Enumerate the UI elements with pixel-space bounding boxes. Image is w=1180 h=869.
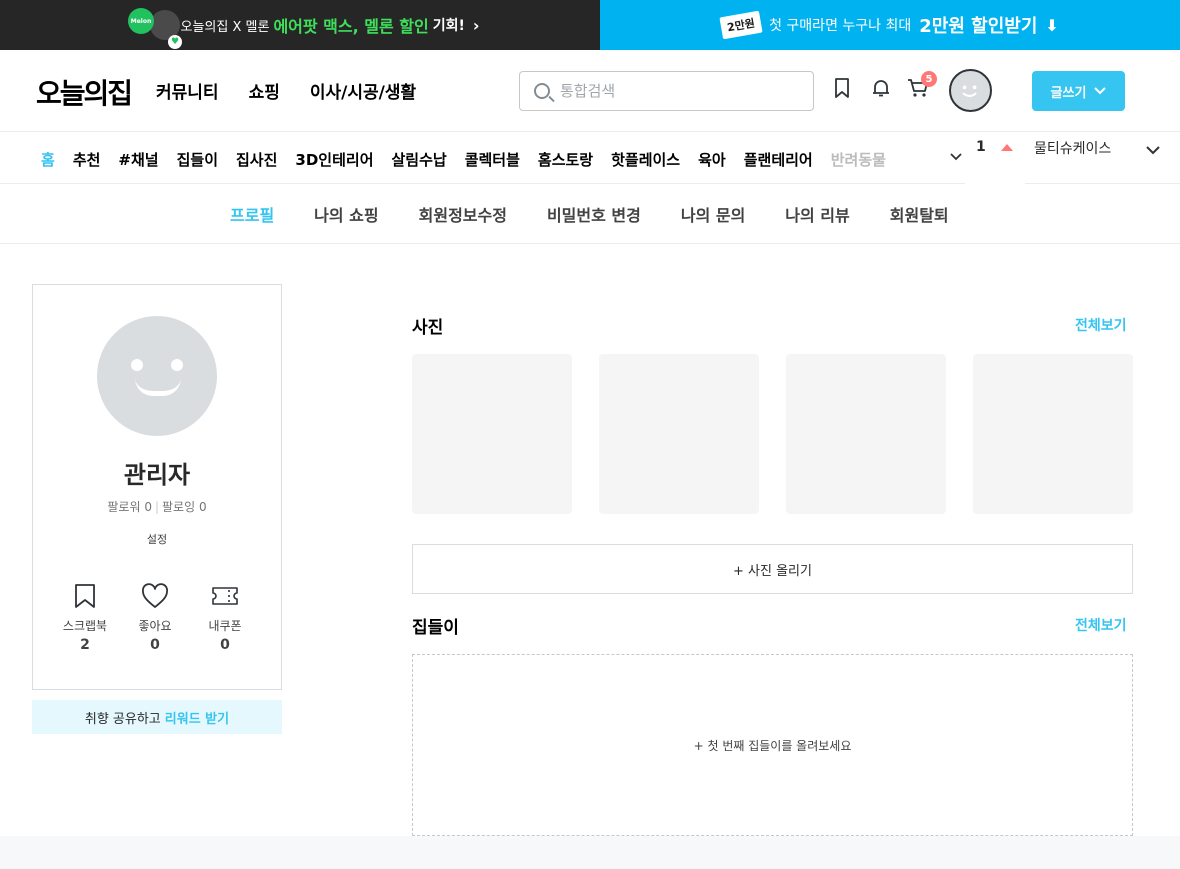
housewarming-see-all-link[interactable]: 전체보기 — [1075, 615, 1127, 635]
stat-value: 2 — [80, 637, 90, 653]
download-icon: ⬇ — [1045, 15, 1059, 35]
stat-likes[interactable]: 좋아요 0 — [125, 583, 185, 653]
gnb-community[interactable]: 커뮤니티 — [156, 78, 219, 103]
promo-highlight: 에어팟 맥스, 멜론 할인 — [273, 17, 429, 36]
melon-promo-text: 오늘의집 X 멜론 에어팟 맥스, 멜론 할인 기회! › — [181, 13, 480, 37]
tab-edit-member-info[interactable]: 회원정보수정 — [419, 202, 507, 226]
heart-icon: ♥ — [168, 35, 182, 49]
coupon-tag: 2만원 — [719, 10, 763, 40]
housewarming-cta: + 첫 번째 집들이를 올려보세요 — [693, 738, 852, 753]
promo-tail: 기회! — [432, 18, 465, 34]
divider: | — [154, 500, 160, 514]
promo-lead: 오늘의집 X 멜론 — [180, 19, 270, 35]
gnb-moving[interactable]: 이사/시공/생활 — [310, 78, 416, 103]
chevron-right-icon: › — [472, 15, 480, 35]
reward-highlight: 리워드 받기 — [164, 711, 230, 727]
rank-up-icon — [1001, 144, 1013, 151]
tab-withdraw[interactable]: 회원탈퇴 — [890, 202, 949, 226]
heart-icon — [142, 583, 168, 608]
chevron-down-icon — [1094, 87, 1107, 95]
chevron-down-icon[interactable] — [1146, 146, 1160, 155]
reward-lead: 취향 공유하고 — [84, 711, 161, 727]
category-item[interactable]: 육아 — [698, 149, 726, 170]
category-home[interactable]: 홈 — [41, 149, 55, 170]
photo-placeholder — [599, 354, 759, 514]
stat-value: 0 — [150, 637, 160, 653]
search-input[interactable] — [560, 82, 780, 100]
profile-avatar — [97, 316, 217, 436]
trending-box — [965, 132, 1025, 184]
category-item[interactable]: 콜렉터블 — [465, 149, 520, 170]
subnav-items: 프로필 나의 쇼핑 회원정보수정 비밀번호 변경 나의 문의 나의 리뷰 회원탈… — [230, 202, 949, 226]
category-item[interactable]: #채널 — [118, 149, 158, 170]
category-list: 홈 추천 #채널 집들이 집사진 3D인테리어 살림수납 콜렉터블 홈스토랑 핫… — [41, 149, 921, 170]
housewarming-title: 집들이 — [412, 618, 459, 638]
cart-count-badge: 5 — [921, 71, 937, 87]
search-box[interactable] — [519, 71, 814, 111]
category-item[interactable]: 집들이 — [177, 149, 218, 170]
category-item[interactable]: 3D인테리어 — [295, 149, 373, 170]
gnb-shopping[interactable]: 쇼핑 — [249, 78, 280, 103]
upload-photo-button[interactable]: + 사진 올리기 — [412, 544, 1133, 594]
tab-my-shopping[interactable]: 나의 쇼핑 — [314, 202, 378, 226]
coupon-icon — [212, 587, 238, 605]
tab-my-reviews[interactable]: 나의 리뷰 — [785, 202, 849, 226]
housewarming-empty-box[interactable]: + 첫 번째 집들이를 올려보세요 — [412, 654, 1133, 836]
bookmark-icon — [75, 584, 95, 608]
category-item[interactable]: 추천 — [73, 149, 101, 170]
category-item[interactable]: 핫플레이스 — [611, 149, 680, 170]
category-item[interactable]: 홈스토랑 — [538, 149, 593, 170]
first-purchase-highlight: 2만원 할인받기 — [919, 16, 1038, 37]
photos-see-all-link[interactable]: 전체보기 — [1075, 315, 1127, 335]
photo-placeholder — [412, 354, 572, 514]
category-item[interactable]: 집사진 — [236, 149, 277, 170]
search-icon — [534, 83, 550, 99]
tab-my-inquiries[interactable]: 나의 문의 — [681, 202, 745, 226]
main-header: 오늘의집 커뮤니티 쇼핑 이사/시공/생활 5 글쓰기 — [0, 50, 1180, 132]
stat-scrapbook[interactable]: 스크랩북 2 — [55, 583, 115, 653]
profile-stats: 스크랩북 2 좋아요 0 내쿠폰 0 — [55, 583, 255, 653]
avatar-eye — [131, 359, 143, 371]
category-item[interactable]: 플랜테리어 — [744, 149, 813, 170]
bookmark-icon[interactable] — [834, 78, 850, 98]
photo-placeholder — [786, 354, 946, 514]
profile-card: 관리자 팔로워 0 | 팔로잉 0 설정 스크랩북 2 좋아요 0 내쿠폰 0 — [32, 284, 282, 690]
photo-grid — [412, 354, 1133, 514]
user-avatar[interactable] — [949, 69, 992, 112]
avatar-smile — [135, 378, 181, 396]
reward-banner[interactable]: 취향 공유하고 리워드 받기 — [32, 700, 282, 734]
stat-value: 0 — [220, 637, 230, 653]
top-banners: Melon ♥ 오늘의집 X 멜론 에어팟 맥스, 멜론 할인 기회! › 2만… — [0, 0, 1180, 50]
stat-coupons[interactable]: 내쿠폰 0 — [195, 583, 255, 653]
global-nav: 커뮤니티 쇼핑 이사/시공/생활 — [156, 78, 416, 103]
chevron-down-icon[interactable] — [950, 153, 962, 161]
stat-label: 스크랩북 — [62, 619, 108, 633]
write-button-label: 글쓰기 — [1050, 85, 1087, 101]
trending-keyword[interactable]: 물티슈케이스 — [1034, 138, 1111, 158]
melon-logo: Melon — [128, 8, 154, 34]
settings-link[interactable]: 설정 — [33, 531, 281, 547]
followers-link[interactable]: 팔로워 0 — [107, 500, 152, 514]
melon-promo-banner[interactable]: Melon ♥ 오늘의집 X 멜론 에어팟 맥스, 멜론 할인 기회! › — [0, 0, 600, 50]
tab-profile[interactable]: 프로필 — [230, 202, 274, 226]
brand-logo[interactable]: 오늘의집 — [36, 72, 133, 112]
write-button[interactable]: 글쓰기 — [1032, 71, 1125, 111]
follow-stats: 팔로워 0 | 팔로잉 0 — [33, 498, 281, 515]
category-item[interactable]: 반려동물 — [831, 149, 886, 170]
following-link[interactable]: 팔로잉 0 — [162, 500, 207, 514]
category-item[interactable]: 살림수납 — [392, 149, 447, 170]
photo-placeholder — [973, 354, 1133, 514]
profile-name: 관리자 — [123, 461, 191, 489]
tab-change-password[interactable]: 비밀번호 변경 — [547, 202, 641, 226]
trending-rank: 1 — [976, 139, 986, 155]
mypage-subnav: 프로필 나의 쇼핑 회원정보수정 비밀번호 변경 나의 문의 나의 리뷰 회원탈… — [0, 184, 1180, 244]
photos-title: 사진 — [412, 318, 444, 338]
bell-icon[interactable] — [871, 78, 891, 98]
avatar-eye — [171, 359, 183, 371]
stat-label: 내쿠폰 — [208, 619, 242, 633]
footer-band — [0, 836, 1180, 869]
first-purchase-lead: 첫 구매라면 누구나 최대 — [769, 18, 912, 34]
stat-label: 좋아요 — [138, 619, 172, 633]
first-purchase-banner[interactable]: 2만원 첫 구매라면 누구나 최대 2만원 할인받기 ⬇ — [600, 0, 1180, 50]
